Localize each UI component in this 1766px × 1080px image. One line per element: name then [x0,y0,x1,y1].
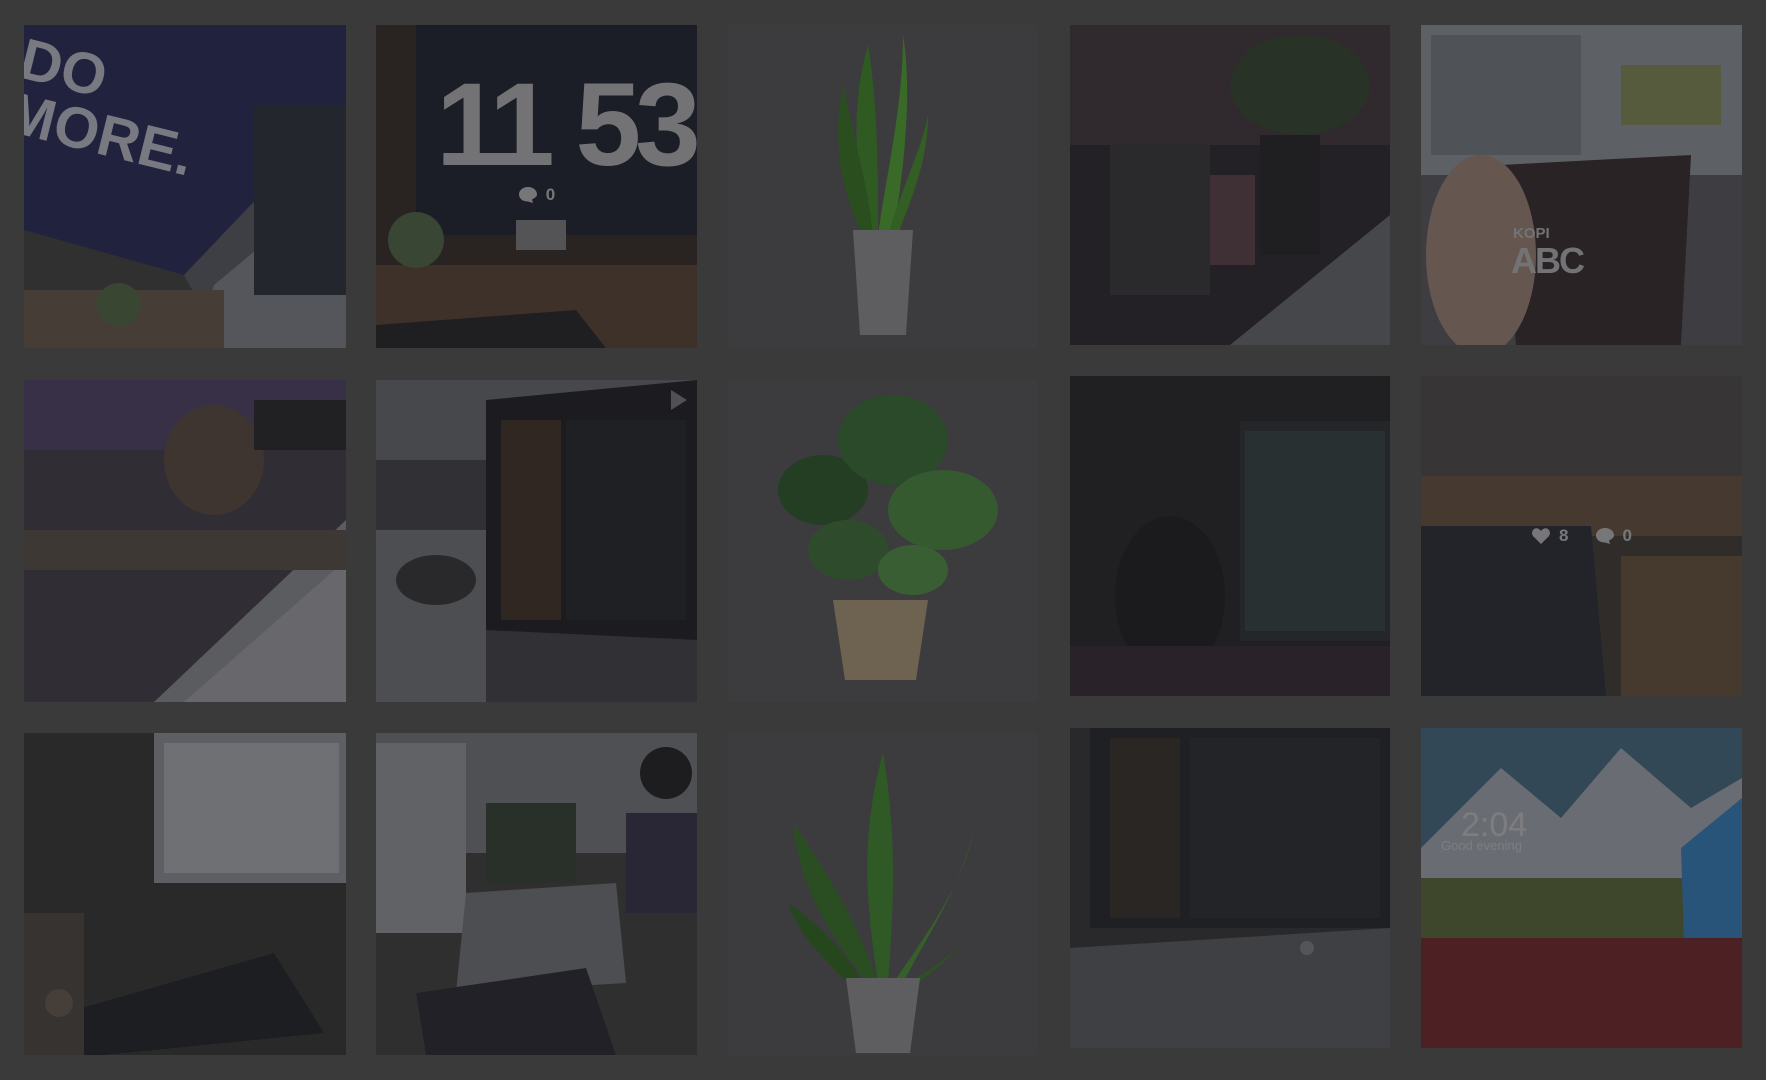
photo-tile-5[interactable]: KOPI ABC [1421,25,1742,345]
photo-tile-15[interactable]: 2:04 Good evening [1421,728,1742,1048]
tile-stats: 8 0 [1421,526,1742,546]
clock-text: 11 53 [436,59,697,191]
mug-text: ABC [1511,240,1585,281]
tile-stats: 0 [376,185,697,205]
photo-image [1421,728,1742,1048]
like-count: 8 [1531,526,1569,546]
comment-icon [518,187,537,203]
photo-grid: DO MORE. 11 53 0 KOPI ABC 8 0 2:04 Good … [0,0,1766,1080]
like-count-value: 8 [1559,526,1569,545]
photo-image [1070,376,1390,696]
photo-tile-1[interactable]: DO MORE. [24,25,346,348]
photo-tile-12[interactable] [376,733,697,1055]
photo-tile-2[interactable]: 11 53 0 [376,25,697,348]
heart-icon [1532,528,1550,544]
photo-tile-14[interactable] [1070,728,1390,1048]
photo-tile-8[interactable] [728,380,1037,702]
photo-tile-3[interactable] [728,25,1037,348]
photo-image [376,380,697,702]
comment-count: 0 [518,185,555,205]
photo-image [1421,25,1742,345]
photo-image [376,733,697,1055]
play-icon [671,390,687,410]
photo-tile-11[interactable] [24,733,346,1055]
photo-tile-6[interactable] [24,380,346,702]
snake-plant-illustration [728,25,1037,348]
photo-tile-13[interactable] [728,733,1037,1055]
sansevieria-illustration [728,733,1037,1055]
photo-image [24,380,346,702]
monstera-illustration [728,380,1037,702]
photo-image [1070,25,1390,345]
comment-count-value: 0 [545,185,556,204]
photo-tile-4[interactable] [1070,25,1390,345]
photo-tile-7[interactable] [376,380,697,702]
photo-tile-10[interactable]: 8 0 [1421,376,1742,696]
lock-screen-greeting: Good evening [1441,838,1522,853]
comment-count: 0 [1595,526,1632,546]
comment-icon [1595,528,1614,544]
photo-tile-9[interactable] [1070,376,1390,696]
photo-image [24,733,346,1055]
comment-count-value: 0 [1622,526,1632,545]
photo-image [1070,728,1390,1048]
